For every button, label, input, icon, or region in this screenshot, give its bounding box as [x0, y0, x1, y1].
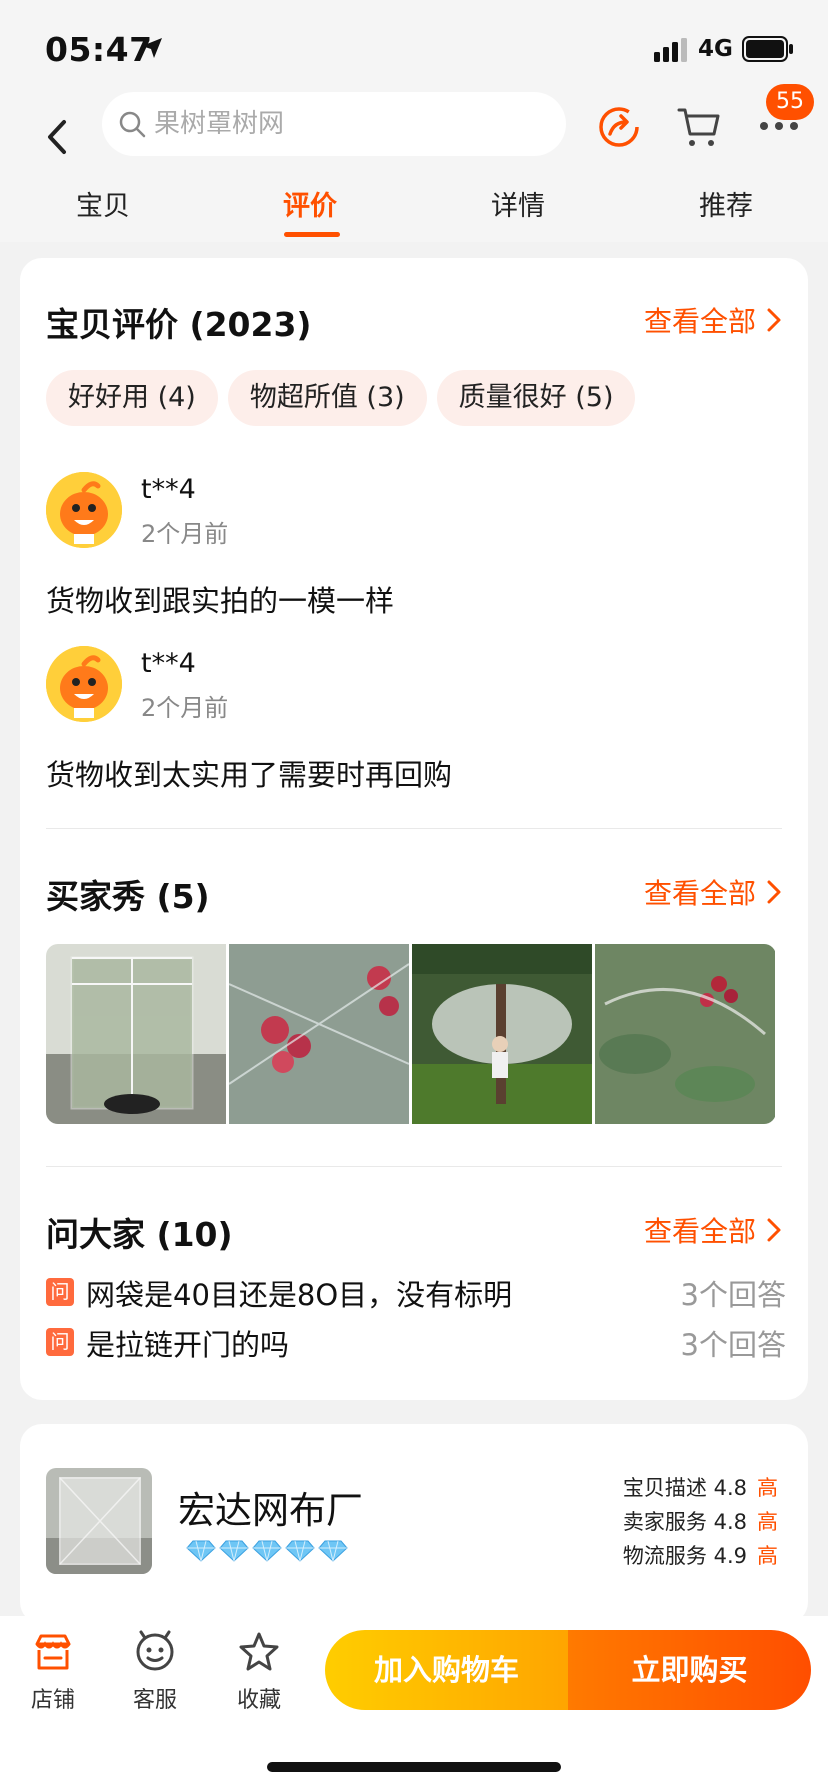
- shop-card: 宏达网布厂 宝贝描述 4.8 高 卖家服务 4.8 高 物流服务 4.9 高: [20, 1424, 808, 1624]
- rating-description: 宝贝描述 4.8 高: [623, 1472, 778, 1502]
- review-tags: 好好用 (4) 物超所值 (3) 质量很好 (5): [46, 370, 636, 426]
- store-icon: [35, 1634, 71, 1670]
- chevron-right-icon: [767, 308, 781, 332]
- status-bar: 05:47 4G: [0, 0, 828, 92]
- review-text: 货物收到跟实拍的一模一样: [46, 584, 395, 618]
- reviews-see-all-link[interactable]: 查看全部: [644, 300, 782, 340]
- cart-icon[interactable]: [676, 104, 722, 150]
- tab-product[interactable]: 宝贝: [76, 184, 130, 223]
- review-tag[interactable]: 质量很好 (5): [436, 370, 636, 426]
- review-time: 2个月前: [141, 520, 229, 548]
- review-tag[interactable]: 好好用 (4): [46, 370, 218, 426]
- qa-item[interactable]: 问 网袋是40目还是8O目，没有标明 3个回答: [46, 1272, 786, 1312]
- buyer-photo[interactable]: [46, 944, 226, 1124]
- location-arrow-icon: [142, 38, 162, 58]
- network-type: 4G: [698, 36, 733, 62]
- see-all-label: 查看全部: [643, 305, 756, 338]
- mascot-avatar-icon: [46, 646, 122, 722]
- home-indicator: [267, 1762, 561, 1772]
- qa-title: 问大家 (10): [46, 1215, 233, 1254]
- buyer-show-title: 买家秀 (5): [46, 877, 210, 916]
- question-tag: 问: [46, 1278, 74, 1306]
- rating-logistics: 物流服务 4.9 高: [623, 1540, 778, 1570]
- review-text: 货物收到太实用了需要时再回购: [46, 758, 453, 792]
- review-tag[interactable]: 物超所值 (3): [227, 370, 427, 426]
- avatar: [46, 646, 122, 722]
- review-username: t**4: [141, 474, 196, 505]
- see-all-label: 查看全部: [643, 877, 756, 910]
- buy-now-button[interactable]: 立即购买: [568, 1630, 811, 1710]
- review-item[interactable]: t**4 2个月前 货物收到太实用了需要时再回购: [46, 646, 786, 796]
- qa-answer-count: 3个回答: [680, 1328, 786, 1362]
- rating-label: 卖家服务 4.8: [622, 1510, 747, 1534]
- customer-service-button[interactable]: 客服: [120, 1630, 190, 1714]
- shop-level: [186, 1540, 348, 1562]
- tab-recommend[interactable]: 推荐: [699, 184, 753, 223]
- top-navigation: 55 宝贝 评价 详情 推荐: [0, 84, 828, 242]
- add-to-cart-button[interactable]: 加入购物车: [325, 1630, 568, 1710]
- diamond-icon: [186, 1540, 216, 1562]
- favorite-label: 收藏: [236, 1688, 281, 1713]
- signal-icon: [654, 38, 687, 62]
- qa-answer-count: 3个回答: [680, 1278, 786, 1312]
- rating-level: 高: [757, 1476, 778, 1500]
- mascot-avatar-icon: [46, 472, 122, 548]
- review-username: t**4: [141, 648, 196, 679]
- battery-icon: [742, 36, 793, 62]
- see-all-label: 查看全部: [643, 1215, 756, 1248]
- notification-badge: 55: [766, 84, 814, 120]
- divider: [46, 828, 782, 829]
- question-tag: 问: [46, 1328, 74, 1356]
- share-icon[interactable]: [596, 104, 642, 150]
- avatar: [46, 472, 122, 548]
- qa-question: 是拉链开门的吗: [86, 1328, 290, 1362]
- buyer-photo[interactable]: [412, 944, 592, 1124]
- search-input[interactable]: [154, 102, 544, 146]
- section-tabs: 宝贝 评价 详情 推荐: [0, 184, 828, 242]
- store-button[interactable]: 店铺: [18, 1630, 88, 1714]
- diamond-icon: [219, 1540, 249, 1562]
- reviews-card: 宝贝评价 (2023) 查看全部 好好用 (4) 物超所值 (3) 质量很好 (…: [20, 258, 808, 1400]
- rating-label: 物流服务 4.9: [622, 1544, 747, 1568]
- search-icon: [119, 111, 146, 138]
- chevron-right-icon: [767, 880, 781, 904]
- buyer-photos: [46, 944, 776, 1124]
- chevron-right-icon: [767, 1218, 781, 1242]
- store-label: 店铺: [30, 1688, 75, 1713]
- diamond-icon: [252, 1540, 282, 1562]
- qa-see-all-link[interactable]: 查看全部: [644, 1210, 782, 1250]
- buyer-show-see-all-link[interactable]: 查看全部: [644, 872, 782, 912]
- favorite-button[interactable]: 收藏: [224, 1630, 294, 1714]
- status-time: 05:47: [45, 30, 153, 69]
- customer-service-label: 客服: [132, 1688, 177, 1713]
- search-bar[interactable]: [102, 92, 566, 156]
- tab-reviews[interactable]: 评价: [283, 184, 337, 223]
- buyer-photo[interactable]: [229, 944, 409, 1124]
- rating-level: 高: [757, 1544, 778, 1568]
- reviews-title: 宝贝评价 (2023): [46, 305, 312, 344]
- qa-item[interactable]: 问 是拉链开门的吗 3个回答: [46, 1322, 786, 1362]
- shop-logo[interactable]: [46, 1468, 152, 1574]
- diamond-icon: [285, 1540, 315, 1562]
- shop-name[interactable]: 宏达网布厂: [178, 1480, 363, 1534]
- rating-service: 卖家服务 4.8 高: [623, 1506, 778, 1536]
- star-icon: [239, 1632, 279, 1671]
- review-item[interactable]: t**4 2个月前 货物收到跟实拍的一模一样: [46, 472, 786, 622]
- customer-service-icon: [136, 1630, 174, 1671]
- qa-question: 网袋是40目还是8O目，没有标明: [86, 1278, 513, 1312]
- active-tab-indicator: [284, 232, 340, 237]
- rating-label: 宝贝描述 4.8: [622, 1476, 747, 1500]
- divider: [46, 1166, 782, 1167]
- buyer-photo[interactable]: [595, 944, 775, 1124]
- back-icon[interactable]: [36, 110, 80, 164]
- tab-details[interactable]: 详情: [491, 184, 545, 223]
- rating-level: 高: [757, 1510, 778, 1534]
- diamond-icon: [318, 1540, 348, 1562]
- review-time: 2个月前: [141, 694, 229, 722]
